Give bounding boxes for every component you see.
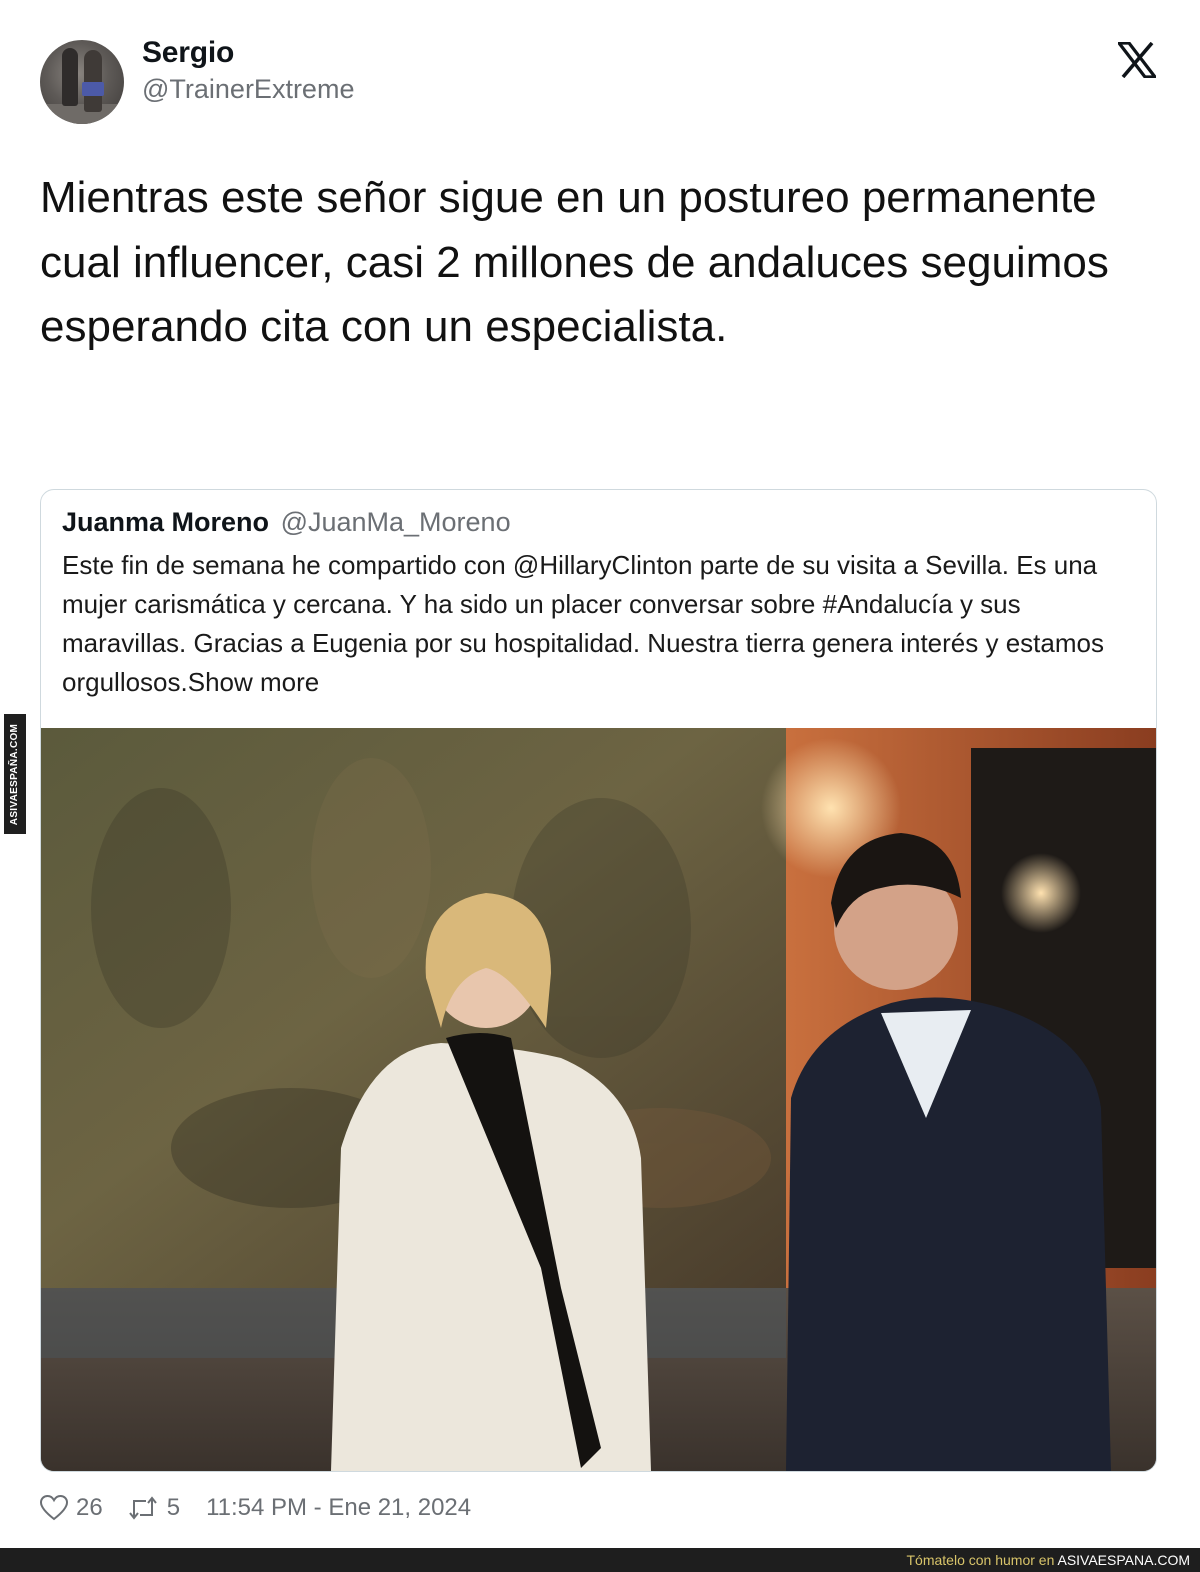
tweet-metrics: 26 5 11:54 PM - Ene 21, 2024 [40,1491,471,1525]
quoted-tweet-photo[interactable] [41,728,1156,1471]
x-logo-icon[interactable] [1118,42,1156,78]
show-more-link[interactable]: Show more [188,667,320,697]
retweet-count: 5 [166,1494,181,1521]
bottom-site-link[interactable]: ASIVAESPANA.COM [1057,1552,1190,1568]
tweet-screenshot: Sergio @TrainerExtreme Mientras este señ… [0,0,1200,1572]
quoted-author-handle[interactable]: @JuanMa_Moreno [281,507,511,537]
quoted-author-name[interactable]: Juanma Moreno [62,507,269,537]
retweet-button[interactable]: 5 [127,1494,180,1522]
side-watermark: ASIVAESPAÑA.COM [4,714,26,834]
like-button[interactable]: 26 [40,1494,103,1522]
side-watermark-text: ASIVAESPAÑA.COM [9,723,21,825]
like-count: 26 [76,1494,103,1521]
author-display-name[interactable]: Sergio [142,36,234,70]
quoted-author[interactable]: Juanma Moreno @JuanMa_Moreno [62,507,511,538]
bottom-tagline: Tómatelo con humor en [906,1552,1055,1568]
retweet-icon [128,1496,157,1520]
heart-icon [40,1495,68,1521]
quoted-tweet[interactable]: Juanma Moreno @JuanMa_Moreno Este fin de… [40,489,1157,1472]
quoted-tweet-text: Este fin de semana he compartido con @Hi… [62,546,1142,702]
photo-illustration [41,728,1156,1471]
tweet-timestamp[interactable]: 11:54 PM - Ene 21, 2024 [206,1494,471,1522]
author-handle[interactable]: @TrainerExtreme [142,74,354,105]
bottom-watermark-bar: Tómatelo con humor en ASIVAESPANA.COM [0,1548,1200,1572]
author-avatar[interactable] [40,40,124,124]
tweet-text: Mientras este señor sigue en un postureo… [40,173,1109,351]
